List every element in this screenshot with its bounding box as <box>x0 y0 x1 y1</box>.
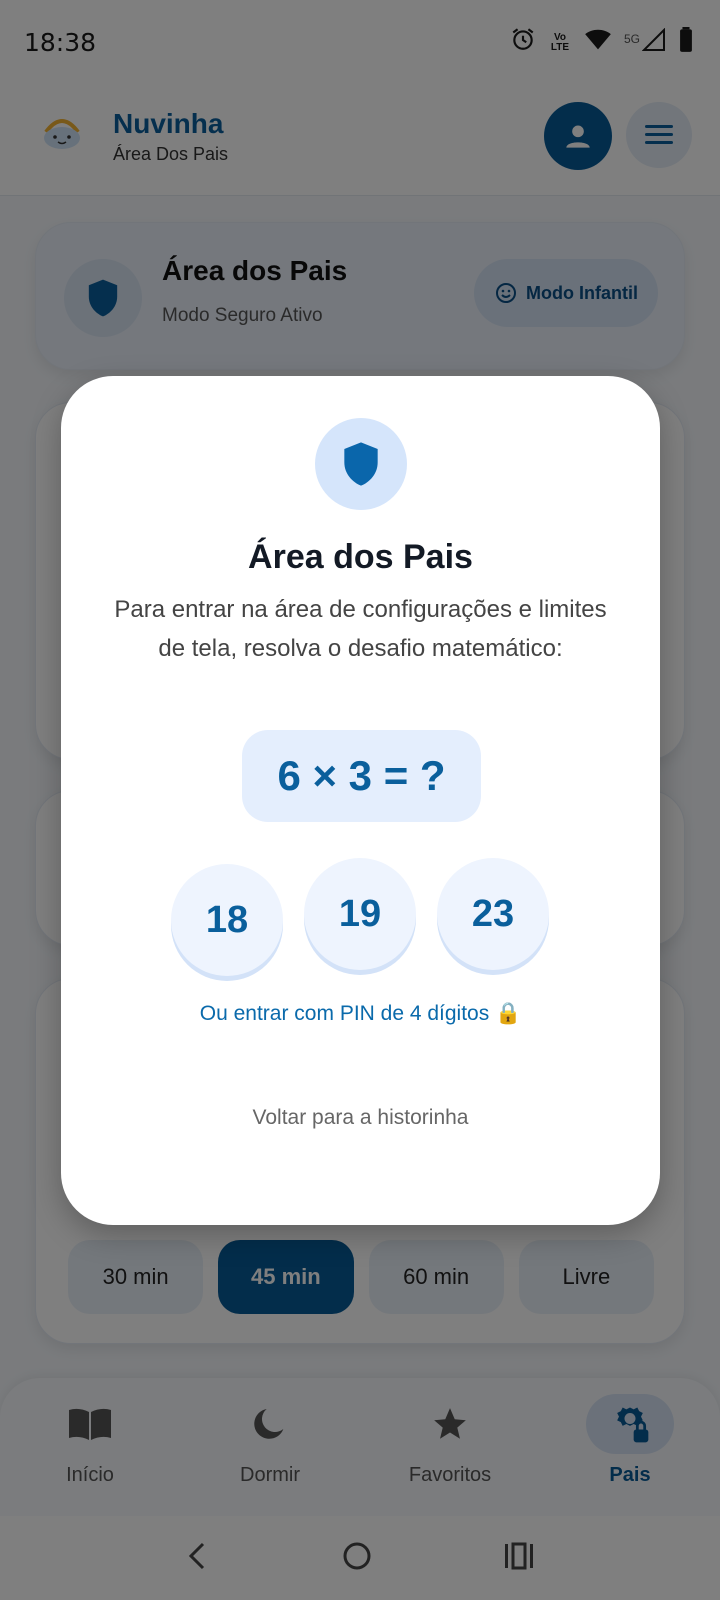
answer-button[interactable]: 23 <box>437 858 549 970</box>
answer-button[interactable]: 18 <box>171 864 283 976</box>
dialog-title: Área dos Pais <box>248 538 473 576</box>
dialog-instructions: Para entrar na área de configurações e l… <box>114 596 607 662</box>
parents-gate-dialog: Área dos Pais Para entrar na área de con… <box>61 376 660 1225</box>
math-challenge: 6 × 3 = ? <box>242 730 481 822</box>
pin-entry-link[interactable]: Ou entrar com PIN de 4 dígitos 🔒 <box>61 1002 660 1026</box>
shield-icon <box>315 418 407 510</box>
back-to-story-link[interactable]: Voltar para a historinha <box>61 1106 660 1130</box>
answer-options: 18 19 23 <box>171 858 551 978</box>
answer-button[interactable]: 19 <box>304 858 416 970</box>
